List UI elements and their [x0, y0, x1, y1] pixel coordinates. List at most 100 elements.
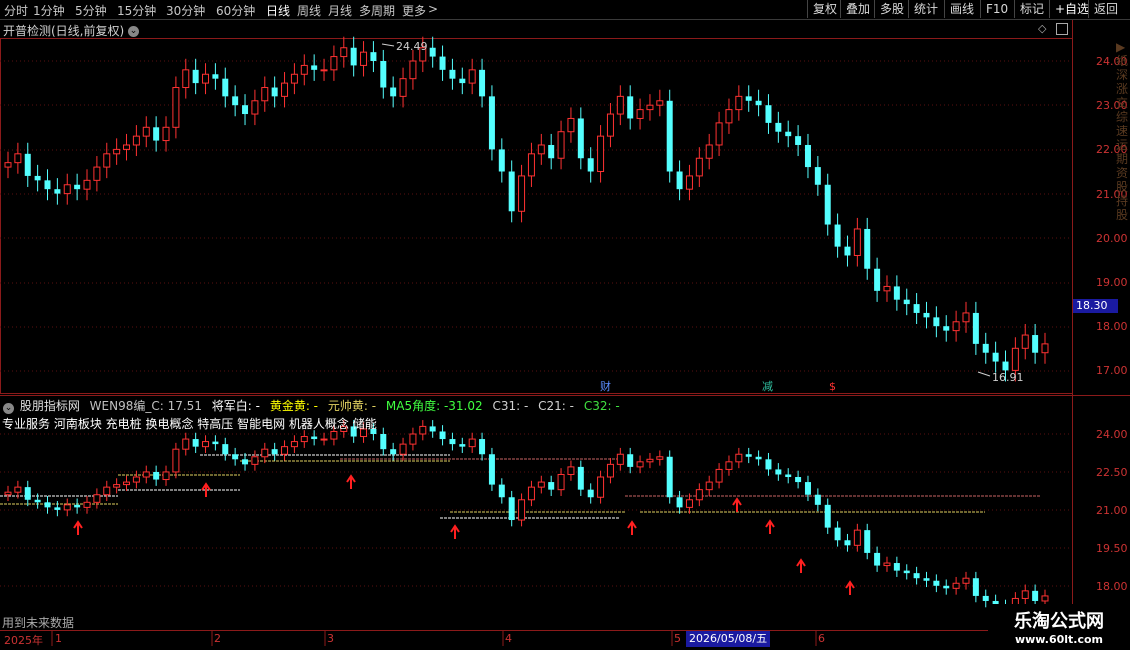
main-candles — [4, 36, 1049, 382]
buy-arrow-icon — [627, 520, 637, 535]
candle-body — [676, 171, 683, 190]
candle-body — [479, 439, 486, 455]
candle-body — [606, 113, 614, 137]
candle-body — [616, 453, 624, 465]
candle-body — [636, 461, 644, 468]
candle-body — [311, 65, 318, 70]
candle-body — [775, 469, 782, 475]
candle-body — [923, 578, 930, 581]
main-gridlines — [0, 60, 1072, 372]
candle-body — [132, 135, 140, 146]
candle-body — [290, 73, 298, 84]
candle-body — [685, 499, 693, 508]
candle-body — [498, 484, 505, 498]
candle-body — [251, 456, 259, 465]
candle-body — [182, 438, 190, 450]
indicator-tick: 19.50 — [1096, 542, 1128, 555]
candle-body — [271, 449, 278, 455]
candle-body — [370, 52, 377, 61]
watermark-url: www.60lt.com — [1014, 633, 1104, 646]
high-pointer — [381, 43, 395, 47]
candle-body — [63, 504, 71, 511]
candle-body — [725, 109, 733, 124]
candle-body — [627, 454, 634, 467]
candle-body — [300, 436, 308, 443]
indicator-ma5: MA5角度: -31.02 — [385, 399, 483, 413]
candle-body — [74, 184, 81, 190]
candle-body — [290, 441, 298, 448]
candle-body — [627, 96, 634, 119]
candle-body — [54, 507, 61, 510]
candle-body — [103, 486, 111, 496]
candle-body — [735, 453, 743, 463]
candle-body — [577, 118, 584, 159]
candle-body — [172, 448, 180, 473]
candle-body — [449, 439, 456, 445]
candle-body — [883, 562, 891, 567]
candle-body — [893, 286, 900, 300]
candle-body — [952, 582, 960, 589]
candle-body — [933, 317, 940, 327]
candle-body — [676, 497, 683, 508]
dollar-marker[interactable]: $ — [829, 380, 836, 393]
candle-body — [695, 157, 703, 177]
candle-body — [83, 501, 91, 508]
candle-body — [548, 144, 555, 159]
candle-body — [883, 285, 891, 292]
candle-body — [943, 585, 950, 589]
candle-body — [271, 87, 278, 97]
candle-body — [695, 489, 703, 501]
jian-marker[interactable]: 减 — [762, 380, 773, 393]
candle-body — [508, 497, 515, 521]
candle-body — [212, 441, 219, 445]
side-scroll-strip[interactable]: ▶ 纸深涨交综速运期资股持股 — [1116, 40, 1130, 360]
candle-body — [636, 109, 644, 119]
candle-body — [587, 489, 594, 498]
candle-body — [488, 96, 495, 150]
candle-body — [923, 312, 930, 318]
candle-body — [340, 47, 348, 58]
candle-body — [251, 100, 259, 115]
candle-body — [913, 573, 920, 579]
indicator-dropdown-icon[interactable]: ⌄ — [3, 403, 14, 414]
candle-body — [972, 578, 979, 596]
candle-body — [943, 326, 950, 331]
candle-body — [409, 60, 417, 80]
candle-body — [1032, 590, 1039, 601]
candle-body — [814, 167, 821, 185]
cursor-date: 2026/05/08/五 — [686, 631, 771, 647]
candle-body — [468, 69, 476, 84]
candle-body — [202, 441, 210, 448]
candle-body — [24, 153, 31, 176]
candle-body — [4, 491, 12, 496]
cai-marker[interactable]: 财 — [600, 379, 611, 393]
candle-body — [1032, 335, 1039, 353]
candle-body — [232, 454, 239, 460]
candle-body — [192, 69, 199, 84]
candle-body — [804, 144, 811, 168]
candle-body — [74, 504, 81, 508]
candle-body — [962, 577, 970, 584]
indicator-name[interactable]: 股朋指标网 — [20, 399, 80, 413]
candle-body — [982, 343, 989, 353]
candle-body — [380, 61, 387, 88]
candle-body — [202, 73, 210, 84]
candle-body — [864, 530, 871, 553]
candle-body — [93, 166, 101, 181]
candle-body — [587, 158, 594, 172]
candle-body — [1041, 595, 1049, 602]
candle-body — [527, 486, 535, 501]
candle-body — [449, 69, 456, 79]
candle-body — [222, 78, 229, 97]
indicator-gridlines — [0, 433, 1072, 587]
candle-body — [142, 471, 150, 478]
candle-body — [745, 454, 752, 457]
candle-body — [429, 426, 436, 432]
candle-body — [557, 131, 565, 159]
indicator-c21: C21: - — [538, 399, 574, 413]
candle-body — [853, 529, 861, 546]
buy-arrow-icon — [73, 520, 83, 535]
low-price-label: 16.91 — [992, 371, 1024, 384]
indicator-header: ⌄ 股朋指标网 WEN98编_C: 17.51 将军白: - 黄金黄: - 元帅… — [3, 397, 626, 414]
candle-body — [913, 304, 920, 313]
